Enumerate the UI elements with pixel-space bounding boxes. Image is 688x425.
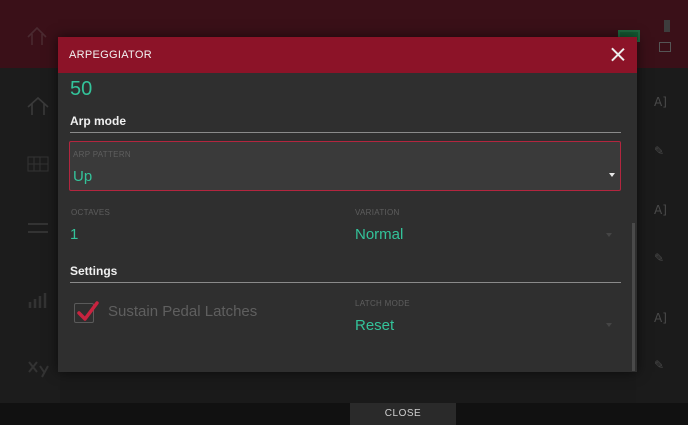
divider: [70, 282, 621, 283]
pencil-icon: ✎: [654, 144, 665, 158]
home-icon: [27, 26, 47, 45]
close-button[interactable]: CLOSE: [350, 403, 456, 425]
arp-pattern-label: ARP PATTERN: [73, 150, 131, 159]
rail-label-3: A]: [654, 311, 667, 325]
variation-dropdown[interactable]: Normal: [355, 226, 403, 243]
grid-icon: [27, 156, 49, 172]
levels-icon: [28, 293, 47, 308]
indicator-icon: [664, 20, 670, 32]
arp-mode-heading: Arp mode: [70, 114, 127, 128]
rail-label-1: A]: [654, 95, 667, 109]
latch-mode-dropdown[interactable]: Reset: [355, 317, 394, 334]
bottom-bar: [0, 403, 688, 425]
mixer-icon: [28, 223, 48, 233]
background-right-rail: A] ✎ A] ✎ A] ✎: [636, 68, 688, 403]
arp-pattern-dropdown[interactable]: ARP PATTERN Up: [69, 141, 621, 191]
dialog-title: ARPEGGIATOR: [69, 49, 152, 61]
octaves-value[interactable]: 1: [70, 226, 78, 243]
top-value[interactable]: 50: [70, 78, 92, 101]
latch-mode-label: LATCH MODE: [355, 299, 410, 308]
sustain-pedal-checkbox[interactable]: [74, 301, 99, 323]
variation-label: VARIATION: [355, 208, 400, 217]
close-icon[interactable]: [610, 46, 626, 62]
background-left-rail: [0, 68, 60, 403]
pencil-icon: ✎: [654, 251, 665, 265]
screen-icon: [659, 42, 671, 52]
checkmark-icon: [77, 301, 99, 321]
settings-heading: Settings: [70, 264, 118, 278]
rail-label-2: A]: [654, 203, 667, 217]
xy-icon: [28, 361, 49, 378]
octaves-label: OCTAVES: [71, 208, 111, 217]
chevron-down-icon: [606, 323, 612, 327]
dialog-header: ARPEGGIATOR: [58, 37, 637, 73]
arp-pattern-value: Up: [73, 168, 93, 185]
chevron-down-icon: [609, 173, 615, 177]
chevron-down-icon: [606, 233, 612, 237]
sustain-pedal-label: Sustain Pedal Latches: [108, 303, 258, 320]
pencil-icon: ✎: [654, 358, 665, 372]
scrollbar[interactable]: [632, 223, 635, 371]
home-icon: [27, 96, 49, 115]
arpeggiator-dialog: ARPEGGIATOR 50 Arp mode ARP PATTERN Up O…: [58, 37, 637, 372]
divider: [70, 132, 621, 133]
